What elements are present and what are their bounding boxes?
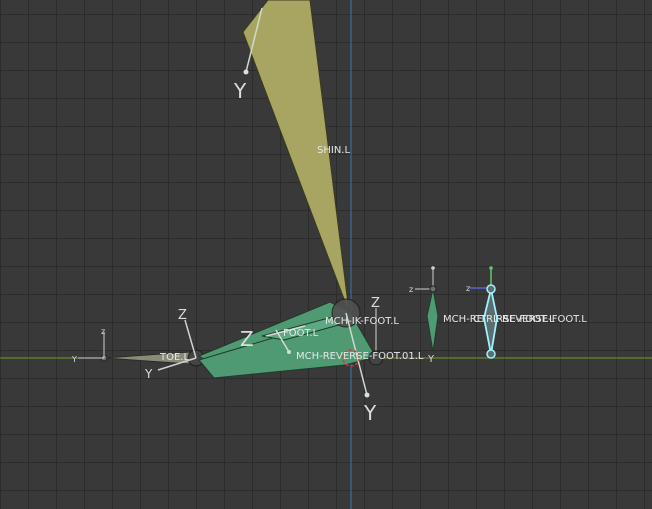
shin-y-axis-dot xyxy=(243,69,249,75)
toe-y-letter: Y xyxy=(144,367,153,381)
ctrl-reverse-foot-label: CTRL-REVERSE-FOOT.L xyxy=(473,314,587,325)
ctrl-head-joint xyxy=(486,284,496,294)
reverse-y-letter: Y xyxy=(427,354,435,365)
foot-z-letter: Z xyxy=(240,327,254,351)
toe-base-z-letter: z xyxy=(101,327,105,336)
reverse-head-joint xyxy=(429,285,437,293)
mch-reverse-foot-01-label: MCH-REVERSE-FOOT.01.L xyxy=(296,351,424,362)
shin-label: SHIN.L xyxy=(317,145,350,156)
ik-y-letter: Y xyxy=(363,401,377,425)
bone-shin[interactable]: Y SHIN.L xyxy=(233,0,350,313)
3d-viewport[interactable]: Y SHIN.L z Y Z Y TOE.L Z Y Z FOOT.L MCH-… xyxy=(0,0,652,509)
foot-y-dot xyxy=(287,350,291,354)
shin-y-axis-letter: Y xyxy=(233,79,247,103)
bone-foot[interactable]: Z Y Z FOOT.L MCH-IK-FOOT.L MCH-REVERSE-F… xyxy=(197,296,424,425)
bone-ctrl-reverse-foot[interactable]: z CTRL-REVERSE-FOOT.L xyxy=(466,266,587,359)
ctrl-z-letter: z xyxy=(466,284,470,293)
bone-toe[interactable]: z Y Z Y TOE.L xyxy=(71,308,205,381)
armature-scene[interactable]: Y SHIN.L z Y Z Y TOE.L Z Y Z FOOT.L MCH-… xyxy=(0,0,652,509)
reverse-z-letter: z xyxy=(409,285,413,294)
shin-bone-shape xyxy=(242,0,350,313)
ik-z-letter: Z xyxy=(371,296,380,311)
reverse-top-dot xyxy=(431,266,435,270)
ctrl-tail-joint xyxy=(486,349,496,359)
foot-label: FOOT.L xyxy=(283,328,319,339)
toe-label: TOE.L xyxy=(159,352,189,363)
toe-z-letter: Z xyxy=(178,308,187,323)
ctrl-top-dot xyxy=(489,266,493,270)
toe-base-y-letter: Y xyxy=(71,355,77,364)
mch-reverse-foot-shape xyxy=(426,288,439,353)
ik-y-dot xyxy=(364,392,370,398)
mch-ik-foot-label: MCH-IK-FOOT.L xyxy=(325,316,399,327)
